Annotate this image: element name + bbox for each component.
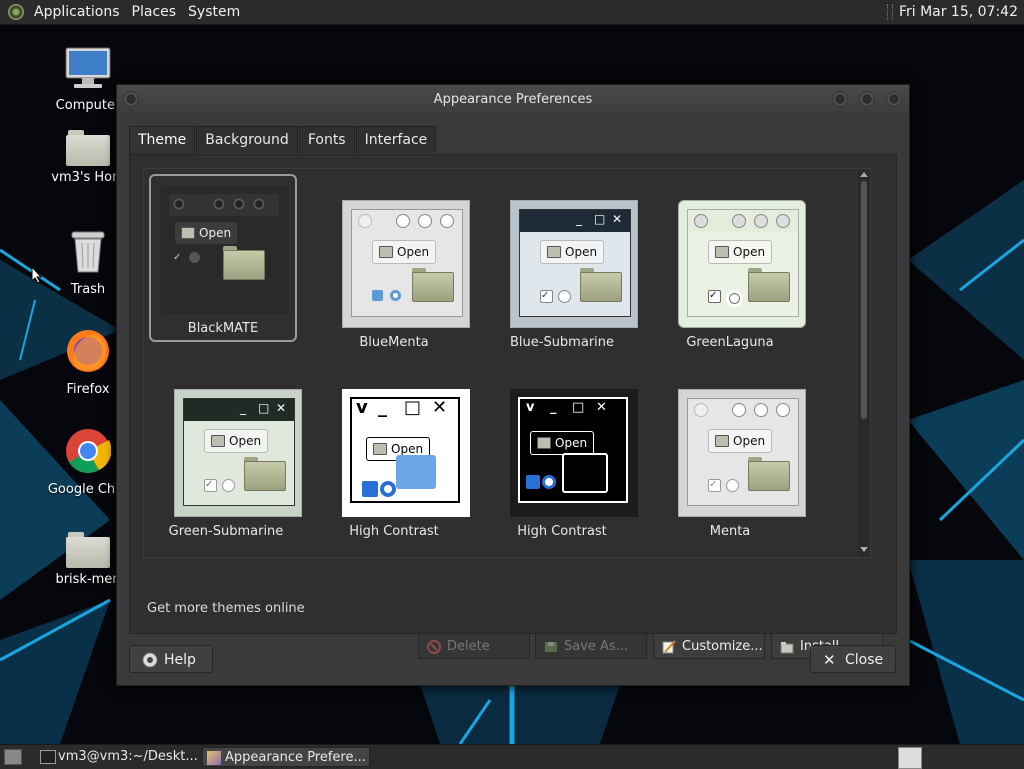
theme-item-blue-submarine[interactable]: _ □ ✕ Open ✓ Blue-Submarine [488, 188, 638, 356]
close-button[interactable]: ✕ Close [810, 645, 896, 673]
panel-handle[interactable] [886, 4, 893, 20]
window-titlebar[interactable]: Appearance Preferences [117, 85, 909, 115]
home-folder-icon [66, 130, 110, 166]
delete-button[interactable]: Delete [418, 633, 530, 659]
tab-background[interactable]: Background [196, 126, 298, 153]
preview-open-button: Open [540, 240, 605, 264]
preview-open-button: Open [708, 240, 773, 264]
theme-name: High Contrast [517, 524, 607, 539]
theme-list-scrollbar[interactable] [858, 169, 870, 557]
theme-name: High Contrast [349, 524, 439, 539]
save-as-button[interactable]: Save As... [535, 633, 647, 659]
applications-menu[interactable]: Applications [30, 0, 128, 24]
customize-icon [662, 640, 676, 654]
theme-preview: _ □ ✕ Open ✓ [174, 389, 302, 517]
theme-preview: Open [342, 200, 470, 328]
theme-preview: Open ✓ [678, 389, 806, 517]
customize-label: Customize... [682, 639, 763, 654]
mouse-cursor-icon [31, 266, 43, 284]
theme-list: Open ✓ BlackMATE Open BlueMenta _ □ ✕ Op… [143, 168, 871, 558]
window-title: Appearance Preferences [433, 92, 593, 107]
preview-open-button: Open [204, 429, 269, 453]
theme-item-high-contrast[interactable]: v _ □ ✕ Open High Contrast [320, 377, 470, 545]
taskbar-item-terminal[interactable]: vm3@vm3:~/Deskt... [36, 747, 198, 767]
theme-preview: v _ □ ✕ Open [342, 389, 470, 517]
close-window-button[interactable] [886, 91, 902, 107]
system-menu[interactable]: System [184, 0, 248, 24]
theme-preview: v _ □ ✕ Open [510, 389, 638, 517]
places-menu[interactable]: Places [128, 0, 185, 24]
theme-name: Blue-Submarine [509, 335, 615, 350]
chrome-icon [66, 429, 112, 473]
taskbar-item-appearance[interactable]: Appearance Prefere... [202, 747, 370, 767]
show-desktop-icon[interactable] [4, 749, 22, 765]
maximize-button[interactable] [859, 91, 875, 107]
taskbar-item-label: Appearance Prefere... [225, 750, 366, 765]
theme-item-blackmate[interactable]: Open ✓ BlackMATE [149, 174, 297, 342]
mate-logo-icon[interactable] [8, 4, 24, 20]
theme-name: Menta [709, 524, 751, 539]
taskbar-item-label: vm3@vm3:~/Deskt... [58, 749, 198, 764]
help-icon [142, 652, 158, 668]
theme-tab-panel: Open ✓ BlackMATE Open BlueMenta _ □ ✕ Op… [129, 154, 897, 659]
tab-theme[interactable]: Theme [129, 126, 196, 156]
theme-name: Green-Submarine [168, 524, 284, 539]
customize-button[interactable]: Customize... [653, 633, 765, 659]
tab-bar: Theme Background Fonts Interface [129, 126, 437, 156]
workspace-switcher[interactable] [898, 747, 922, 769]
theme-preview: Open ✓ [678, 200, 806, 328]
theme-name: BlackMATE [187, 321, 259, 336]
save-as-label: Save As... [564, 639, 629, 654]
save-icon [545, 642, 557, 652]
help-button[interactable]: Help [129, 645, 213, 673]
help-label: Help [164, 652, 196, 668]
appearance-preferences-window: Appearance Preferences Theme Background … [116, 84, 910, 686]
tab-fonts[interactable]: Fonts [298, 126, 355, 153]
appearance-icon [207, 751, 221, 765]
theme-item-menta[interactable]: Open ✓ Menta [656, 377, 806, 545]
trash-icon [71, 231, 105, 273]
terminal-icon [40, 750, 56, 764]
computer-icon [65, 47, 111, 88]
get-more-themes-link[interactable]: Get more themes online [147, 601, 305, 616]
minimize-button[interactable] [832, 91, 848, 107]
scroll-up-icon[interactable] [860, 172, 868, 177]
delete-label: Delete [447, 639, 490, 654]
top-panel: Applications Places System Fri Mar 15, 0… [0, 0, 1024, 25]
theme-preview: _ □ ✕ Open ✓ [510, 200, 638, 328]
bottom-panel: vm3@vm3:~/Deskt... Appearance Prefere... [0, 744, 1024, 769]
close-icon: ✕ [823, 651, 836, 669]
theme-item-green-submarine[interactable]: _ □ ✕ Open ✓ Green-Submarine [152, 377, 302, 545]
scrollbar-thumb[interactable] [861, 181, 867, 419]
folder-icon [66, 532, 110, 568]
clock[interactable]: Fri Mar 15, 07:42 [899, 4, 1018, 20]
theme-preview: Open ✓ [161, 186, 289, 314]
theme-item-greenlaguna[interactable]: Open ✓ GreenLaguna [656, 188, 806, 356]
firefox-icon [67, 330, 109, 372]
preview-open-button: Open [175, 222, 238, 244]
theme-item-bluementa[interactable]: Open BlueMenta [320, 188, 470, 356]
theme-item-high-contrast-inverse[interactable]: v _ □ ✕ Open High Contrast [488, 377, 638, 545]
delete-icon [427, 640, 441, 654]
preview-open-button: Open [530, 431, 595, 455]
scroll-down-icon[interactable] [860, 547, 868, 552]
tab-interface[interactable]: Interface [355, 126, 437, 153]
close-label: Close [845, 652, 884, 668]
theme-name: GreenLaguna [686, 335, 774, 350]
install-icon [780, 642, 794, 654]
theme-name: BlueMenta [359, 335, 429, 350]
preview-open-button: Open [372, 240, 437, 264]
preview-open-button: Open [708, 429, 773, 453]
